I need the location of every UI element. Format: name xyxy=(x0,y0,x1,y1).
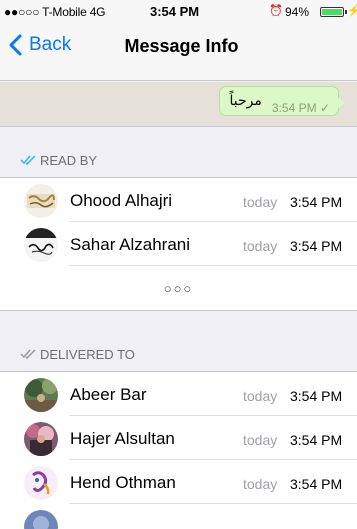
delivered-time: 3:54 PM xyxy=(290,476,343,492)
avatar xyxy=(24,184,58,218)
battery-percent: 94% xyxy=(285,5,310,19)
message-meta: 3:54 PM ✓ xyxy=(272,101,330,115)
double-check-icon xyxy=(20,155,36,165)
avatar xyxy=(24,510,58,529)
avatar xyxy=(24,378,58,412)
status-bar: ●●○○○ T-Mobile 4G 3:54 PM ⏰ 94% ⚡ xyxy=(0,0,357,20)
page-title: Message Info xyxy=(124,36,239,56)
battery-icon xyxy=(320,7,347,17)
alarm-icon: ⏰ xyxy=(269,5,283,17)
contact-name: Ohood Alhajri xyxy=(70,191,173,210)
delivered-to-header: DELIVERED TO xyxy=(0,339,357,369)
read-by-label: READ BY xyxy=(40,152,98,168)
read-time: 3:54 PM xyxy=(290,194,343,210)
message-bubble[interactable]: مرحباً 3:54 PM ✓ xyxy=(218,86,346,116)
read-time: 3:54 PM xyxy=(290,238,343,254)
read-day: today xyxy=(243,238,278,254)
delivered-day: today xyxy=(243,432,278,448)
delivered-day: today xyxy=(243,476,278,492)
contact-name: Hend Othman xyxy=(70,473,176,492)
list-item[interactable]: Hend Othman today 3:54 PM xyxy=(0,460,357,504)
delivered-to-list: Abeer Bar today 3:54 PM Hajer Alsultan t… xyxy=(0,371,357,529)
contact-name: Abeer Bar xyxy=(70,385,147,404)
message-time: 3:54 PM xyxy=(271,101,317,115)
list-item[interactable] xyxy=(0,504,357,529)
delivered-to-label: DELIVERED TO xyxy=(40,346,135,362)
chat-preview: مرحباً 3:54 PM ✓ xyxy=(0,82,357,127)
delivered-time: 3:54 PM xyxy=(290,432,343,448)
read-by-list: Ohood Alhajri today 3:54 PM Sahar Alzahr… xyxy=(0,177,357,311)
status-time: 3:54 PM xyxy=(150,4,200,19)
contact-name: Sahar Alzahrani xyxy=(70,235,191,254)
delivered-day: today xyxy=(243,388,278,404)
list-item[interactable]: Sahar Alzahrani today 3:54 PM xyxy=(0,222,357,266)
avatar xyxy=(24,422,58,456)
list-item[interactable]: Ohood Alhajri today 3:54 PM xyxy=(0,178,357,222)
delivered-time: 3:54 PM xyxy=(290,388,343,404)
list-item[interactable]: Abeer Bar today 3:54 PM xyxy=(0,372,357,416)
single-check-icon: ✓ xyxy=(319,101,330,115)
navigation-bar: Back Message Info xyxy=(0,32,357,72)
avatar xyxy=(24,466,58,500)
charging-icon: ⚡ xyxy=(347,5,357,17)
avatar xyxy=(24,228,58,262)
carrier-signal: ●●○○○ T-Mobile 4G xyxy=(4,5,106,19)
contact-name: Hajer Alsultan xyxy=(70,429,175,448)
message-text: مرحباً xyxy=(229,93,262,109)
read-day: today xyxy=(243,194,278,210)
read-by-header: READ BY xyxy=(0,145,357,175)
top-bar: ●●○○○ T-Mobile 4G 3:54 PM ⏰ 94% ⚡ Back M… xyxy=(0,0,357,81)
double-check-icon xyxy=(20,349,36,359)
show-more-button[interactable]: ○○○ xyxy=(0,266,357,310)
list-item[interactable]: Hajer Alsultan today 3:54 PM xyxy=(0,416,357,460)
